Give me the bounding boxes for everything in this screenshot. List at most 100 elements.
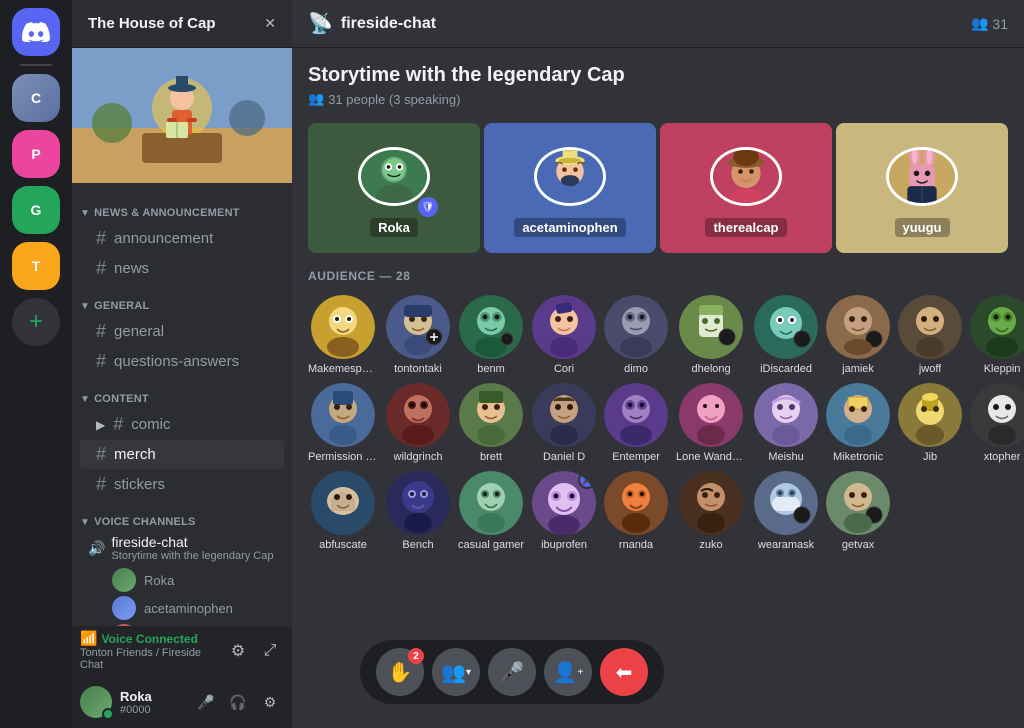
audience-member-jamiek[interactable]: jamiek — [826, 295, 890, 375]
audience-member-zuko[interactable]: zuko — [676, 471, 746, 551]
audience-member-entemper[interactable]: Entemper — [604, 383, 668, 463]
audience-member-dhelong[interactable]: dhelong — [676, 295, 746, 375]
add-server-button[interactable]: + — [12, 298, 60, 346]
audience-name: Miketronic — [833, 451, 883, 463]
audience-name: Kleppin — [984, 363, 1021, 375]
mute-mic-button[interactable]: 🎤 — [488, 648, 536, 696]
audience-name: Jib — [923, 451, 937, 463]
voice-connected-bar: 📶 Voice Connected Tonton Friends / Fires… — [72, 626, 292, 676]
audience-member-dimo[interactable]: dimo — [604, 295, 668, 375]
voice-channel-fireside[interactable]: 🔊 fireside-chat Storytime with the legen… — [72, 532, 292, 626]
category-general[interactable]: ▼ GENERAL — [72, 284, 292, 316]
audience-header: AUDIENCE — 28 — [308, 269, 1008, 283]
server-header[interactable]: The House of Cap ✕ — [72, 0, 292, 48]
speaker-name: Roka — [370, 218, 418, 237]
audience-member-xtopher[interactable]: xtopher — [970, 383, 1024, 463]
collapse-icon: ▼ — [80, 208, 90, 219]
server-sidebar: C P G T + — [0, 0, 72, 728]
stage-controls: ✋ 2 👥▾ 🎤 👤+ ⬅ — [360, 640, 664, 704]
audience-member-bench[interactable]: Bench — [386, 471, 450, 551]
chevron-down-icon: ✕ — [264, 15, 276, 32]
raise-hand-button[interactable]: ✋ 2 — [376, 648, 424, 696]
audience-member-danield[interactable]: Daniel D — [532, 383, 596, 463]
mod-badge: 🛡 — [418, 197, 438, 217]
audience-member-casualgamer[interactable]: casual gamer — [458, 471, 524, 551]
audience-member-wildgrinch[interactable]: wildgrinch — [386, 383, 450, 463]
voice-settings-icon[interactable]: ⚙ — [224, 637, 252, 665]
audience-member-jib[interactable]: Jib — [898, 383, 962, 463]
speaker-card-roka[interactable]: Roka 🛡 — [308, 123, 480, 253]
speaker-name: yuugu — [895, 218, 950, 237]
channel-questions[interactable]: # questions-answers — [80, 347, 284, 376]
server-icon-3[interactable]: G — [12, 186, 60, 234]
audience-name: brett — [480, 451, 502, 463]
channel-comic[interactable]: ▶ # comic — [80, 410, 284, 439]
audience-member-lonewanderer[interactable]: Lone Wanderer — [676, 383, 746, 463]
audience-member-brett[interactable]: brett — [458, 383, 524, 463]
audience-member-benm[interactable]: benm — [458, 295, 524, 375]
collapse-icon: ▼ — [80, 301, 90, 312]
audience-member-tontontaki[interactable]: tontontaki — [386, 295, 450, 375]
audience-member-kleppin[interactable]: Kleppin — [970, 295, 1024, 375]
audience-view-button[interactable]: 👥▾ — [432, 648, 480, 696]
audience-name: wildgrinch — [394, 451, 443, 463]
thread-icon: ▶ — [96, 418, 105, 432]
audience-section: AUDIENCE — 28 Makemespeakrr tontontaki b… — [292, 269, 1024, 551]
channel-general[interactable]: # general — [80, 317, 284, 346]
speaker-card-acetaminophen[interactable]: acetaminophen — [484, 123, 656, 253]
user-tag: #0000 — [120, 704, 184, 716]
category-voice[interactable]: ▼ VOICE CHANNELS — [72, 500, 292, 532]
audience-member-meishu[interactable]: Meishu — [754, 383, 818, 463]
audience-name: Entemper — [612, 451, 660, 463]
mute-button[interactable]: 🎤 — [192, 688, 220, 716]
audience-name: dhelong — [691, 363, 730, 375]
voice-user-roka[interactable]: Roka — [112, 566, 284, 594]
audience-member-permissionman[interactable]: Permission Man — [308, 383, 378, 463]
settings-button[interactable]: ⚙ — [256, 688, 284, 716]
audience-grid: Makemespeakrr tontontaki benm Cori dimo … — [308, 295, 1008, 551]
deafen-button[interactable]: 🎧 — [224, 688, 252, 716]
stage-info: 👥 31 people (3 speaking) — [308, 91, 1008, 107]
audience-member-makemespeakrr[interactable]: Makemespeakrr — [308, 295, 378, 375]
channel-name: fireside-chat — [341, 15, 436, 33]
main-content: 📡 fireside-chat 👥 31 Storytime with the … — [292, 0, 1024, 728]
server-icon-2[interactable]: P — [12, 130, 60, 178]
category-news[interactable]: ▼ NEWS & ANNOUNCEMENT — [72, 191, 292, 223]
category-content[interactable]: ▼ CONTENT — [72, 377, 292, 409]
add-to-stage-button[interactable]: 👤+ — [544, 648, 592, 696]
audience-name: abfuscate — [319, 539, 367, 551]
audience-name: zuko — [699, 539, 722, 551]
audience-name: Permission Man — [308, 451, 378, 463]
audience-member-rnanda[interactable]: rnanda — [604, 471, 668, 551]
audience-member-ibuprofen[interactable]: 🎤 ibuprofen — [532, 471, 596, 551]
audience-name: ibuprofen — [541, 539, 587, 551]
audience-member-abfuscate[interactable]: abfuscate — [308, 471, 378, 551]
server-icon-cap[interactable]: C — [12, 74, 60, 122]
discord-home-icon[interactable] — [12, 8, 60, 56]
speaker-card-yuugu[interactable]: yuugu — [836, 123, 1008, 253]
user-info: Roka #0000 — [120, 689, 184, 716]
audience-name: getvax — [842, 539, 874, 551]
speaker-card-therealcap[interactable]: therealcap — [660, 123, 832, 253]
audience-name: Lone Wanderer — [676, 451, 746, 463]
stage-title: Storytime with the legendary Cap — [308, 64, 1008, 87]
audience-member-idiscarded[interactable]: iDiscarded — [754, 295, 818, 375]
channel-announcement[interactable]: # announcement — [80, 224, 284, 253]
audience-member-miketronic[interactable]: Miketronic — [826, 383, 890, 463]
audience-member-wearamask[interactable]: wearamask — [754, 471, 818, 551]
audience-member-cori[interactable]: Cori — [532, 295, 596, 375]
server-icon-4[interactable]: T — [12, 242, 60, 290]
audience-member-getvax[interactable]: getvax — [826, 471, 890, 551]
audience-name: rnanda — [619, 539, 653, 551]
collapse-icon: ▼ — [80, 394, 90, 405]
voice-icon: 🔊 — [88, 540, 105, 557]
channel-news[interactable]: # news — [80, 254, 284, 283]
audience-name: iDiscarded — [760, 363, 812, 375]
channel-stickers[interactable]: # stickers — [80, 470, 284, 499]
speaker-name: therealcap — [705, 218, 786, 237]
audience-member-jwoff[interactable]: jwoff — [898, 295, 962, 375]
channel-merch[interactable]: # merch — [80, 440, 284, 469]
voice-expand-icon[interactable]: ⤢ — [256, 637, 284, 665]
leave-stage-button[interactable]: ⬅ — [600, 648, 648, 696]
voice-user-acetaminophen[interactable]: acetaminophen — [112, 594, 284, 622]
